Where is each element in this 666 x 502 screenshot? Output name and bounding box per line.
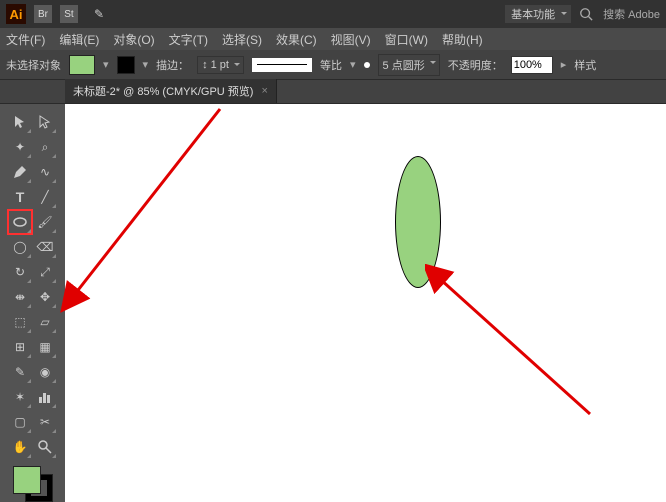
menu-view[interactable]: 视图(V): [331, 31, 371, 48]
color-swatches[interactable]: [13, 466, 53, 502]
lasso-tool[interactable]: ⌕: [33, 135, 57, 159]
direct-selection-tool[interactable]: [33, 110, 57, 134]
search-placeholder[interactable]: 搜索 Adobe: [603, 6, 660, 22]
blend-tool[interactable]: ◉: [33, 360, 57, 384]
slice-tool[interactable]: ✂: [33, 410, 57, 434]
eraser-tool[interactable]: ⌫: [33, 235, 57, 259]
free-transform-tool[interactable]: ✥: [33, 285, 57, 309]
dash-label: 等比: [320, 57, 342, 73]
search-icon[interactable]: [579, 7, 593, 21]
shaper-tool[interactable]: ◯: [8, 235, 32, 259]
document-tab[interactable]: 未标题-2* @ 85% (CMYK/GPU 预览) ×: [65, 79, 277, 103]
fill-color[interactable]: [13, 466, 41, 494]
menu-object[interactable]: 对象(O): [113, 31, 154, 48]
curvature-tool[interactable]: ∿: [33, 160, 57, 184]
opacity-label: 不透明度：: [448, 57, 503, 73]
menu-select[interactable]: 选择(S): [222, 31, 262, 48]
feedback-icon[interactable]: ✎: [94, 7, 104, 21]
profile-select[interactable]: 5 点圆形: [378, 54, 440, 76]
magic-wand-tool[interactable]: ✦: [8, 135, 32, 159]
menu-effect[interactable]: 效果(C): [276, 31, 317, 48]
close-icon[interactable]: ×: [261, 85, 267, 97]
annotation-arrow-2: [425, 264, 605, 424]
menubar: 文件(F) 编辑(E) 对象(O) 文字(T) 选择(S) 效果(C) 视图(V…: [0, 28, 666, 50]
control-bar: 未选择对象 ▾ ▾ 描边： ↕ 1 pt 等比 ▾ 5 点圆形 不透明度： ▸ …: [0, 50, 666, 80]
shape-builder-tool[interactable]: ⬚: [8, 310, 32, 334]
dropdown-icon[interactable]: ▾: [103, 58, 109, 71]
line-tool[interactable]: ╱: [33, 185, 57, 209]
app-icon: Ai: [6, 4, 26, 24]
opacity-input[interactable]: [511, 56, 553, 74]
selection-tool[interactable]: [8, 110, 32, 134]
pen-tool[interactable]: [8, 160, 32, 184]
style-label[interactable]: 样式: [574, 57, 596, 73]
annotation-arrow-1: [60, 94, 240, 314]
eyedropper-tool[interactable]: ✎: [8, 360, 32, 384]
selection-status: 未选择对象: [6, 57, 61, 73]
symbol-sprayer-tool[interactable]: ✶: [8, 385, 32, 409]
menu-edit[interactable]: 编辑(E): [59, 31, 99, 48]
zoom-tool[interactable]: [33, 435, 57, 459]
rotate-tool[interactable]: ↻: [8, 260, 32, 284]
canvas[interactable]: [65, 104, 666, 502]
type-tool[interactable]: T: [8, 185, 32, 209]
ellipse-tool[interactable]: [8, 210, 32, 234]
menu-file[interactable]: 文件(F): [6, 31, 45, 48]
titlebar: Ai Br St ✎ 基本功能 搜索 Adobe: [0, 0, 666, 28]
document-tabbar: 未标题-2* @ 85% (CMYK/GPU 预览) ×: [0, 80, 666, 104]
hand-tool[interactable]: ✋: [8, 435, 32, 459]
menu-window[interactable]: 窗口(W): [385, 31, 428, 48]
stroke-preview[interactable]: [252, 58, 312, 72]
fill-swatch[interactable]: [69, 55, 95, 75]
workspace-switcher[interactable]: 基本功能: [505, 5, 571, 23]
paintbrush-tool[interactable]: 🖌: [33, 210, 57, 234]
menu-type[interactable]: 文字(T): [169, 31, 208, 48]
profile-dot-icon: [364, 62, 370, 68]
dropdown-icon[interactable]: ▾: [143, 58, 149, 71]
document-title: 未标题-2* @ 85% (CMYK/GPU 预览): [73, 83, 253, 99]
tool-panel: ✦⌕ ∿ T╱ 🖌 ◯⌫ ↻⤢ ⇼✥ ⬚▱ ⊞▦ ✎◉ ✶ ▢✂ ✋: [0, 104, 65, 502]
stroke-weight[interactable]: ↕ 1 pt: [197, 56, 244, 74]
scale-tool[interactable]: ⤢: [33, 260, 57, 284]
drawn-ellipse[interactable]: [395, 156, 441, 288]
column-graph-tool[interactable]: [33, 385, 57, 409]
bridge-icon[interactable]: Br: [34, 5, 52, 23]
perspective-tool[interactable]: ▱: [33, 310, 57, 334]
stroke-swatch[interactable]: [117, 56, 135, 74]
menu-help[interactable]: 帮助(H): [442, 31, 483, 48]
stock-icon[interactable]: St: [60, 5, 78, 23]
gradient-tool[interactable]: ▦: [33, 335, 57, 359]
mesh-tool[interactable]: ⊞: [8, 335, 32, 359]
stroke-label: 描边：: [156, 57, 189, 73]
artboard-tool[interactable]: ▢: [8, 410, 32, 434]
width-tool[interactable]: ⇼: [8, 285, 32, 309]
